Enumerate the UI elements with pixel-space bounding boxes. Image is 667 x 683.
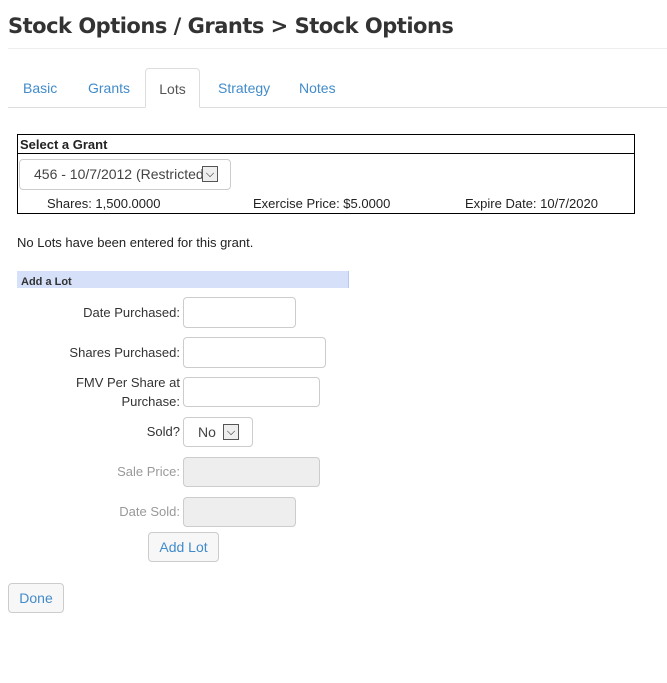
sold-label: Sold? (146, 424, 180, 439)
grant-exercise-price: Exercise Price: $5.0000 (253, 196, 391, 211)
shares-purchased-label: Shares Purchased: (69, 345, 180, 360)
sold-select[interactable]: No ⌵ (183, 417, 253, 447)
shares-purchased-input[interactable] (183, 337, 326, 368)
chevron-down-icon: ⌵ (202, 166, 218, 182)
fmv-label-line2: Purchase: (121, 394, 180, 409)
add-lot-heading: Add a Lot (17, 271, 349, 288)
page-title: Stock Options / Grants > Stock Options (8, 14, 454, 38)
date-sold-label: Date Sold: (119, 504, 180, 519)
grant-expire-date: Expire Date: 10/7/2020 (465, 196, 598, 211)
grant-select-value: 456 - 10/7/2012 (Restricted) (34, 166, 209, 182)
tab-bar-border (8, 107, 667, 108)
done-button[interactable]: Done (8, 583, 64, 613)
sold-select-value: No (198, 424, 216, 440)
grant-select[interactable]: 456 - 10/7/2012 (Restricted) ⌵ (19, 159, 231, 190)
sale-price-label: Sale Price: (117, 464, 180, 479)
title-divider (8, 48, 667, 49)
add-lot-button[interactable]: Add Lot (148, 532, 219, 562)
no-lots-message: No Lots have been entered for this grant… (17, 235, 254, 250)
tab-strategy[interactable]: Strategy (204, 68, 284, 107)
date-purchased-input[interactable] (183, 297, 296, 328)
grant-panel: Select a Grant 456 - 10/7/2012 (Restrict… (17, 134, 635, 214)
date-purchased-label: Date Purchased: (83, 305, 180, 320)
chevron-down-icon: ⌵ (223, 424, 239, 440)
date-sold-input[interactable] (183, 497, 296, 527)
fmv-label-line1: FMV Per Share at (75, 375, 180, 390)
grant-shares: Shares: 1,500.0000 (47, 196, 161, 211)
tab-grants[interactable]: Grants (74, 68, 144, 107)
fmv-per-share-input[interactable] (183, 377, 320, 407)
grant-heading: Select a Grant (18, 135, 634, 154)
sale-price-input[interactable] (183, 457, 320, 487)
tab-basic[interactable]: Basic (9, 68, 71, 107)
tab-notes[interactable]: Notes (285, 68, 350, 107)
tab-lots[interactable]: Lots (145, 68, 200, 108)
